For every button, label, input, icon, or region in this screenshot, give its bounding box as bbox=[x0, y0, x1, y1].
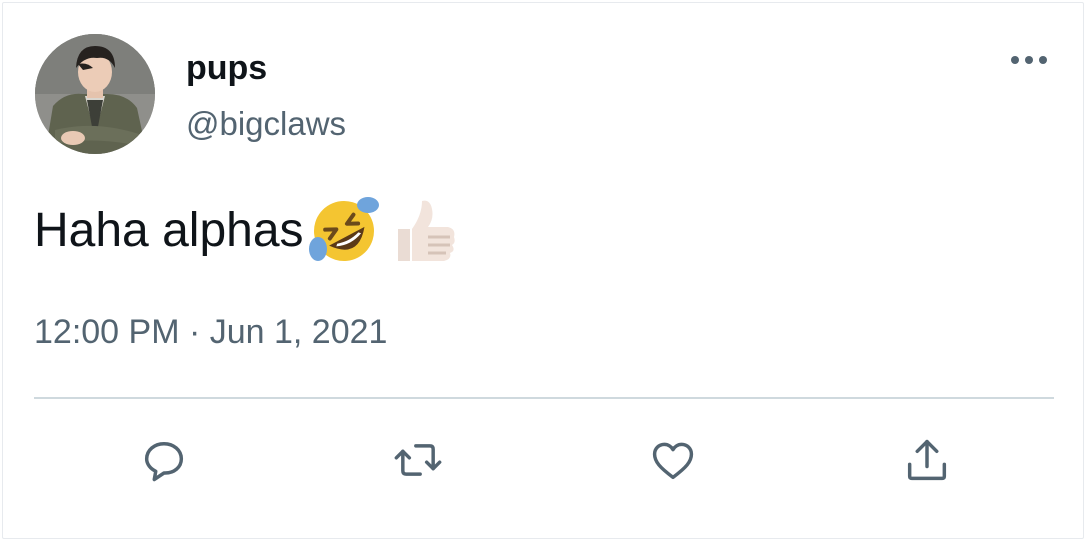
heart-icon bbox=[652, 442, 694, 480]
tweet-timestamp[interactable]: 12:00 PM · Jun 1, 2021 bbox=[34, 310, 387, 354]
divider bbox=[34, 397, 1054, 399]
reply-button[interactable] bbox=[134, 430, 194, 490]
tweet-text: Haha alphas bbox=[34, 194, 460, 268]
tweet-text-content: Haha alphas bbox=[34, 204, 304, 257]
like-button[interactable] bbox=[643, 430, 703, 490]
author-display-name[interactable]: pups bbox=[186, 48, 267, 88]
more-dot bbox=[1025, 56, 1033, 64]
thumbs-up-light-skin-tone-emoji bbox=[397, 200, 455, 261]
share-button[interactable] bbox=[897, 430, 957, 490]
more-dot bbox=[1039, 56, 1047, 64]
share-icon bbox=[907, 439, 947, 481]
avatar-image bbox=[35, 34, 155, 154]
more-dot bbox=[1011, 56, 1019, 64]
reply-bubble-icon bbox=[144, 442, 184, 482]
rolling-on-the-floor-laughing-emoji bbox=[308, 197, 379, 261]
author-handle[interactable]: @bigclaws bbox=[186, 104, 346, 144]
retweet-button[interactable] bbox=[388, 430, 448, 490]
retweet-icon bbox=[394, 444, 442, 476]
avatar[interactable] bbox=[35, 34, 155, 154]
more-options-icon[interactable] bbox=[1004, 48, 1054, 72]
